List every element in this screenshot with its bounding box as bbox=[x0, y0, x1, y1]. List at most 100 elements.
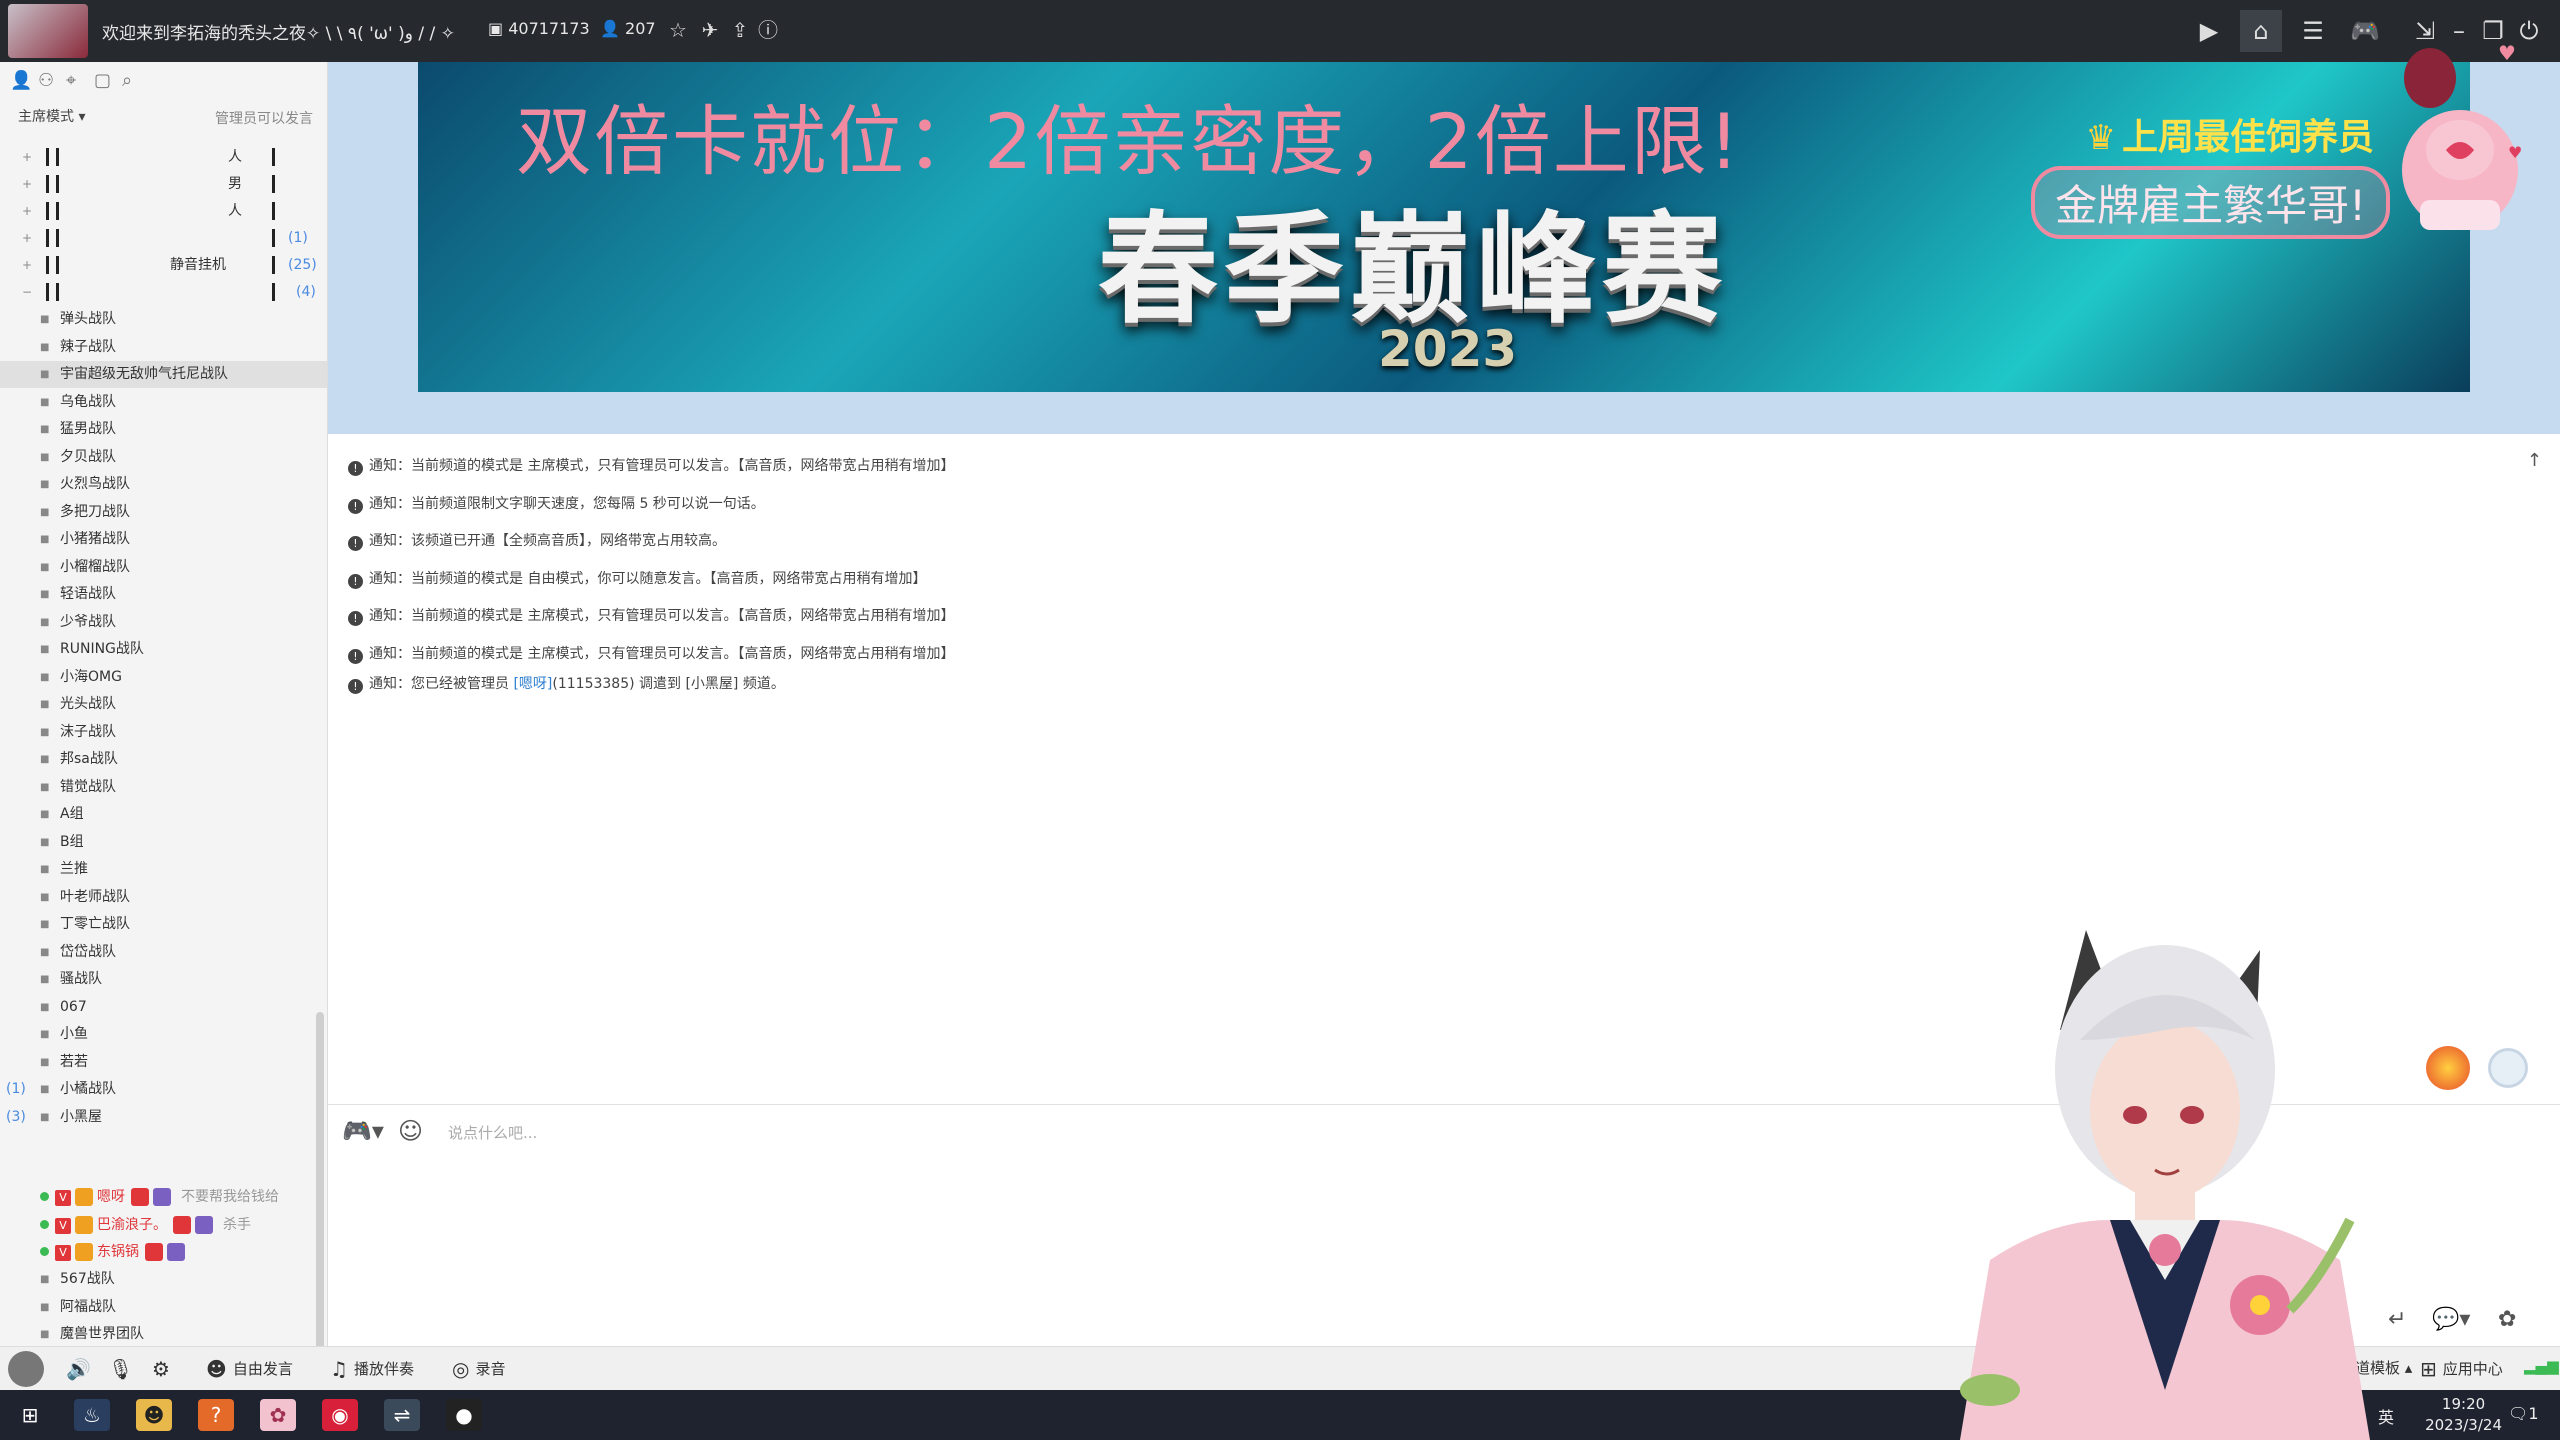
channel-top-row[interactable]: + 人 bbox=[0, 198, 327, 225]
channel-item[interactable]: ■ 岱岱战队 bbox=[0, 939, 327, 966]
channel-item[interactable]: ■ 辣子战队 bbox=[0, 334, 327, 361]
channel-bullet-icon: ■ bbox=[40, 809, 50, 820]
expand-icon[interactable]: + bbox=[22, 144, 32, 171]
channel-item[interactable]: ■ RUNING战队 bbox=[0, 636, 327, 663]
channel-item[interactable]: ■ 多把刀战队 bbox=[0, 499, 327, 526]
notification-icon[interactable]: 🗨1 bbox=[2508, 1404, 2539, 1423]
channel-item[interactable]: ■ 小橘战队 (1) bbox=[0, 1076, 327, 1103]
mixer-icon[interactable]: ⚙ bbox=[152, 1357, 176, 1381]
channel-item[interactable]: ■ 叶老师战队 bbox=[0, 884, 327, 911]
admin-link[interactable]: [嗯呀] bbox=[513, 676, 552, 692]
steam-icon[interactable]: ♨ bbox=[74, 1399, 110, 1431]
windows-start-icon[interactable]: ⊞ bbox=[12, 1399, 48, 1431]
expand-icon[interactable]: + bbox=[22, 198, 32, 225]
channel-item[interactable]: ■ 小海OMG bbox=[0, 664, 327, 691]
expand-icon[interactable]: + bbox=[22, 225, 32, 252]
plane-icon[interactable]: ✈ bbox=[696, 16, 724, 44]
emoji-icon[interactable]: ☺ bbox=[398, 1117, 423, 1145]
obs-icon[interactable]: ● bbox=[446, 1399, 482, 1431]
channel-bullet-icon: ■ bbox=[40, 726, 50, 738]
group-icon[interactable]: ⚇ bbox=[38, 70, 66, 91]
channel-bullet-icon: ■ bbox=[40, 479, 50, 490]
app-orange-icon[interactable]: ? bbox=[198, 1399, 234, 1431]
channel-item[interactable]: ■ 火烈鸟战队 bbox=[0, 471, 327, 498]
settings-gear-icon[interactable] bbox=[2488, 1048, 2528, 1088]
channel-item[interactable]: ■ 骚战队 bbox=[0, 966, 327, 993]
channel-item[interactable]: ■ 弹头战队 bbox=[0, 306, 327, 333]
info-icon[interactable]: ⓘ bbox=[754, 16, 782, 44]
chat-bubble-icon[interactable]: 💬▾ bbox=[2432, 1307, 2470, 1332]
netease-music-icon[interactable]: ◉ bbox=[322, 1399, 358, 1431]
channel-item[interactable]: ■ 宇宙超级无敌帅气托尼战队 bbox=[0, 361, 327, 388]
channel-item[interactable]: ■ 567战队 bbox=[0, 1266, 327, 1293]
channel-item[interactable]: ■ 魔兽世界团队 bbox=[0, 1321, 327, 1346]
channel-item[interactable]: ■ 邦sa战队 bbox=[0, 746, 327, 773]
medal-icon bbox=[145, 1243, 163, 1261]
level-icon bbox=[153, 1188, 171, 1206]
member-item[interactable]: V 东锅锅 bbox=[40, 1239, 195, 1266]
microphone-icon[interactable]: 🎙 bbox=[108, 1357, 139, 1381]
channel-item[interactable]: ■ 沫子战队 bbox=[0, 719, 327, 746]
message-input[interactable] bbox=[448, 1119, 1348, 1147]
location-icon[interactable]: ⌖ bbox=[66, 70, 94, 91]
channel-top-row[interactable]: − (4) bbox=[0, 279, 327, 306]
gamepad-emoji-icon[interactable]: 🎮▾ bbox=[342, 1117, 384, 1145]
scrollbar[interactable] bbox=[316, 1012, 324, 1346]
channel-item[interactable]: ■ 小榴榴战队 bbox=[0, 554, 327, 581]
channel-top-row[interactable]: + (1) bbox=[0, 225, 327, 252]
notice-icon: ! bbox=[348, 611, 363, 626]
expand-icon[interactable]: + bbox=[22, 171, 32, 198]
channel-item[interactable]: ■ 光头战队 bbox=[0, 691, 327, 718]
gift-activity-icon[interactable] bbox=[2426, 1046, 2470, 1090]
mode-selector[interactable]: 主席模式 ▾ bbox=[18, 106, 85, 126]
rose-icon[interactable]: ✿ bbox=[2498, 1307, 2516, 1332]
app-center-button[interactable]: ⊞ 应用中心 bbox=[2420, 1357, 2503, 1381]
channel-item[interactable]: ■ 猛男战队 bbox=[0, 416, 327, 443]
video-icon[interactable]: ▶ bbox=[2188, 10, 2230, 52]
favorite-star-icon[interactable]: ☆ bbox=[664, 16, 692, 44]
collapse-icon[interactable]: − bbox=[22, 279, 32, 306]
expand-icon[interactable]: + bbox=[22, 252, 32, 279]
user-icon[interactable]: 👤 bbox=[10, 70, 38, 91]
system-clock[interactable]: 19:20 2023/3/24 bbox=[2425, 1394, 2502, 1436]
channel-item[interactable]: ■ 错觉战队 bbox=[0, 774, 327, 801]
channel-item[interactable]: ■ 夕贝战队 bbox=[0, 444, 327, 471]
window-icon[interactable]: ▢ bbox=[94, 70, 122, 91]
channel-item[interactable]: ■ 小黑屋 (3) bbox=[0, 1104, 327, 1131]
user-avatar[interactable] bbox=[8, 1351, 44, 1387]
speaker-icon[interactable]: 🔊 bbox=[66, 1357, 97, 1381]
channel-item[interactable]: ■ 小鱼 bbox=[0, 1021, 327, 1048]
channel-item[interactable]: ■ 067 bbox=[0, 994, 327, 1021]
channel-top-row[interactable]: + 静音挂机 (25) bbox=[0, 252, 327, 279]
channel-item[interactable]: ■ A组 bbox=[0, 801, 327, 828]
channel-bullet-icon: ■ bbox=[40, 396, 50, 408]
member-item[interactable]: V 巴渝浪子。 杀手 bbox=[40, 1212, 251, 1239]
yy-app-icon[interactable]: ☻ bbox=[136, 1399, 172, 1431]
channel-item[interactable]: ■ 兰推 bbox=[0, 856, 327, 883]
channel-label: 乌龟战队 bbox=[60, 393, 116, 410]
channel-count: (1) bbox=[6, 1081, 26, 1097]
channel-item[interactable]: ■ 轻语战队 bbox=[0, 581, 327, 608]
app-slider-icon[interactable]: ⇌ bbox=[384, 1399, 420, 1431]
search-icon[interactable]: ⌕ bbox=[122, 70, 150, 91]
online-count-stat: 👤 207 bbox=[600, 19, 656, 38]
channel-top-row[interactable]: + 男 bbox=[0, 171, 327, 198]
free-speech-button[interactable]: ☻ 自由发言 bbox=[206, 1357, 293, 1381]
channel-item[interactable]: ■ 若若 bbox=[0, 1049, 327, 1076]
channel-top-row[interactable]: + 人 bbox=[0, 144, 327, 171]
event-banner-image[interactable]: 双倍卡就位：2倍亲密度，2倍上限! 春季巅峰赛 2023 ♛ 上周最佳饲养员 金牌… bbox=[418, 62, 2470, 392]
app-pink-icon[interactable]: ✿ bbox=[260, 1399, 296, 1431]
share-icon[interactable]: ⇪ bbox=[726, 16, 754, 44]
channel-item[interactable]: ■ 阿福战队 bbox=[0, 1294, 327, 1321]
scroll-top-icon[interactable]: ↑ bbox=[2527, 450, 2542, 471]
home-icon[interactable]: ⌂ bbox=[2240, 10, 2282, 52]
play-music-button[interactable]: ♫ 播放伴奏 bbox=[330, 1357, 414, 1381]
channel-item[interactable]: ■ B组 bbox=[0, 829, 327, 856]
channel-item[interactable]: ■ 丁零亡战队 bbox=[0, 911, 327, 938]
record-button[interactable]: ◎ 录音 bbox=[452, 1357, 505, 1381]
list-icon[interactable]: ☰ bbox=[2292, 10, 2334, 52]
channel-item[interactable]: ■ 少爷战队 bbox=[0, 609, 327, 636]
channel-item[interactable]: ■ 乌龟战队 bbox=[0, 389, 327, 416]
channel-item[interactable]: ■ 小猪猪战队 bbox=[0, 526, 327, 553]
member-item[interactable]: V 嗯呀 不要帮我给钱给 bbox=[40, 1184, 279, 1211]
